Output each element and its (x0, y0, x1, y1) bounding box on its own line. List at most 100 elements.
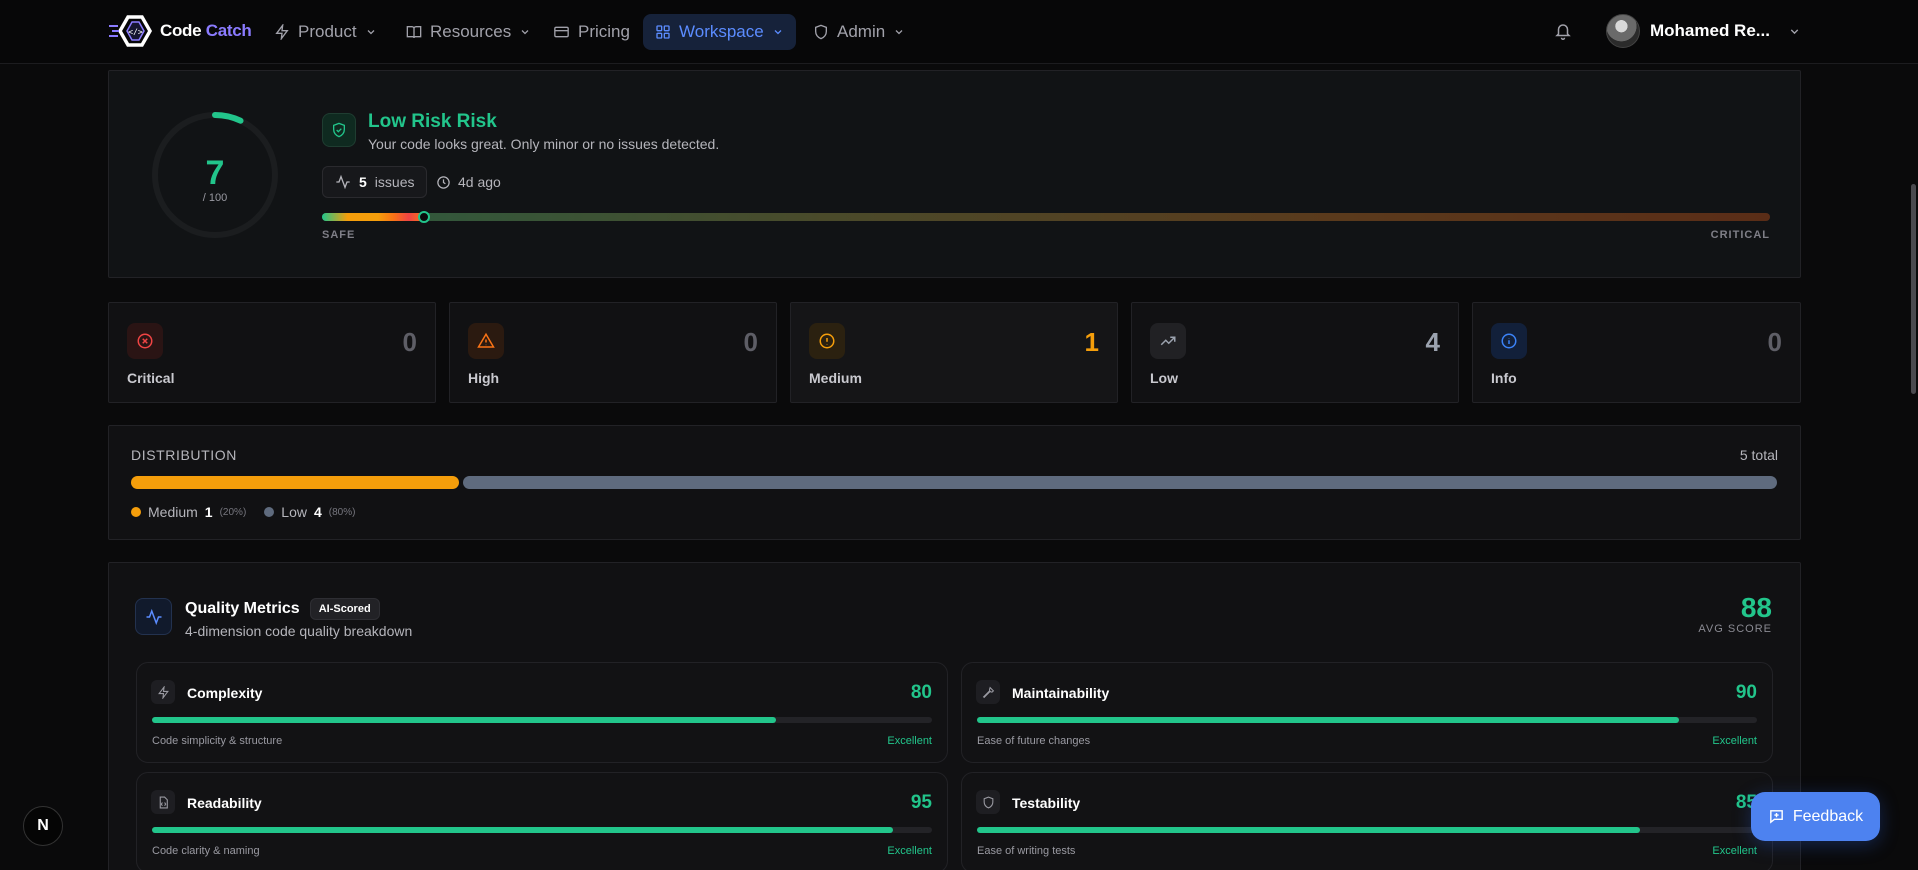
layout-grid-icon (656, 25, 670, 39)
distribution-total: 5 total (1739, 447, 1778, 463)
notifications-button[interactable] (1554, 22, 1572, 40)
metric-bar-fill (977, 717, 1679, 723)
risk-scale-fill (322, 213, 424, 221)
nav-workspace[interactable]: Workspace (643, 14, 796, 50)
scan-age-text: 4d ago (458, 174, 501, 190)
metric-bar (977, 827, 1757, 833)
risk-score: 7 / 100 (149, 156, 281, 204)
alert-triangle-icon (468, 323, 504, 359)
nav-product-label: Product (298, 22, 357, 41)
trending-up-icon (1150, 323, 1186, 359)
legend-item-medium: Medium 1 (20%) (131, 504, 246, 520)
book-icon (406, 26, 422, 39)
top-navbar: </> Code Catch Product Resources Pricing… (0, 0, 1918, 64)
metric-name: Testability (1012, 795, 1081, 811)
wrench-icon (976, 680, 1000, 704)
activity-icon (135, 598, 172, 635)
nextjs-dev-badge[interactable]: N (23, 806, 63, 846)
scrollbar-thumb[interactable] (1911, 184, 1916, 394)
legend-label: Medium (148, 504, 198, 520)
severity-count: 0 (743, 327, 758, 357)
severity-card-high[interactable]: 0 High (449, 302, 777, 403)
alert-circle-icon (809, 323, 845, 359)
message-plus-icon (1769, 810, 1783, 824)
brand-logo[interactable]: </> Code Catch (108, 14, 252, 48)
activity-icon (336, 174, 350, 190)
scale-min-label: SAFE (322, 229, 356, 241)
severity-card-low[interactable]: 4 Low (1131, 302, 1459, 403)
issues-count: 5 (359, 174, 367, 190)
severity-name: Low (1150, 370, 1178, 386)
x-circle-icon (127, 323, 163, 359)
chevron-down-icon (895, 30, 903, 35)
metric-bar-fill (977, 827, 1640, 833)
risk-scale-marker (418, 211, 430, 223)
quality-metrics-card: Quality Metrics AI-Scored 4-dimension co… (108, 562, 1801, 870)
severity-card-critical[interactable]: 0 Critical (108, 302, 436, 403)
severity-count: 0 (1767, 327, 1782, 357)
bolt-icon (151, 680, 175, 704)
nav-admin[interactable]: Admin (801, 14, 917, 50)
shield-icon (815, 24, 827, 40)
shield-icon (976, 790, 1000, 814)
svg-text:</>: </> (128, 28, 143, 37)
feedback-button[interactable]: Feedback (1751, 792, 1880, 841)
chevron-down-icon (521, 30, 529, 35)
nav-pricing[interactable]: Pricing (541, 14, 642, 50)
severity-card-medium[interactable]: 1 Medium (790, 302, 1118, 403)
bolt-icon (275, 24, 289, 40)
metric-score: 95 (910, 792, 932, 813)
user-menu[interactable]: Mohamed Re... (1606, 14, 1801, 48)
chevron-down-icon (774, 30, 782, 35)
nav-resources[interactable]: Resources (394, 14, 543, 50)
brand-name-b: Catch (205, 21, 252, 40)
clock-icon (437, 175, 450, 189)
metric-card-readability[interactable]: Readability 95 Code clarity & naming Exc… (136, 772, 948, 870)
metric-rating: Excellent (887, 735, 932, 747)
code-logo-icon: </> (109, 15, 153, 47)
avatar (1606, 14, 1640, 48)
distribution-segment-low (463, 476, 1777, 489)
risk-score-max: / 100 (202, 192, 228, 204)
metric-name: Complexity (187, 685, 263, 701)
legend-label: Low (281, 504, 307, 520)
risk-summary-card: 7 / 100 Low Risk Risk Your code looks gr… (108, 70, 1801, 278)
metric-name: Maintainability (1012, 685, 1110, 701)
feedback-label: Feedback (1792, 807, 1864, 825)
severity-card-info[interactable]: 0 Info (1472, 302, 1801, 403)
issues-count-chip: 5 issues (322, 166, 428, 198)
avg-score: 88 AVG SCORE (1698, 593, 1772, 636)
metric-card-maintainability[interactable]: Maintainability 90 Ease of future change… (961, 662, 1773, 763)
scan-age: 4d ago (436, 166, 501, 198)
metric-score: 90 (1735, 682, 1757, 703)
severity-name: Info (1491, 370, 1517, 386)
user-name: Mohamed Re... (1650, 21, 1770, 40)
nav-workspace-label: Workspace (679, 22, 764, 41)
legend-pct: (80%) (328, 506, 356, 518)
metric-description: Ease of future changes (977, 735, 1091, 747)
metric-score: 80 (910, 682, 932, 703)
risk-score-value: 7 (205, 154, 225, 192)
metric-rating: Excellent (1712, 735, 1757, 747)
quality-title: Quality Metrics (185, 600, 300, 617)
distribution-legend: Medium 1 (20%) Low 4 (80%) (131, 504, 355, 520)
risk-description: Your code looks great. Only minor or no … (368, 136, 720, 152)
legend-dot (264, 507, 275, 517)
shield-check-icon (322, 113, 356, 147)
metric-rating: Excellent (887, 845, 932, 857)
nav-pricing-label: Pricing (578, 22, 630, 41)
legend-item-low: Low 4 (80%) (264, 504, 355, 520)
nav-product[interactable]: Product (262, 14, 389, 50)
quality-title-row: Quality Metrics AI-Scored (185, 598, 380, 620)
page-scrollbar[interactable] (1908, 64, 1918, 870)
metric-card-testability[interactable]: Testability 85 Ease of writing tests Exc… (961, 772, 1773, 870)
quality-subtitle: 4-dimension code quality breakdown (185, 623, 413, 639)
legend-pct: (20%) (219, 506, 247, 518)
metric-card-complexity[interactable]: Complexity 80 Code simplicity & structur… (136, 662, 948, 763)
distribution-card: DISTRIBUTION 5 total Medium 1 (20%) Low … (108, 425, 1801, 540)
metric-description: Ease of writing tests (977, 845, 1076, 857)
issues-label: issues (374, 174, 415, 190)
distribution-bar (131, 476, 1777, 489)
metric-bar (152, 717, 932, 723)
metric-rating: Excellent (1712, 845, 1757, 857)
